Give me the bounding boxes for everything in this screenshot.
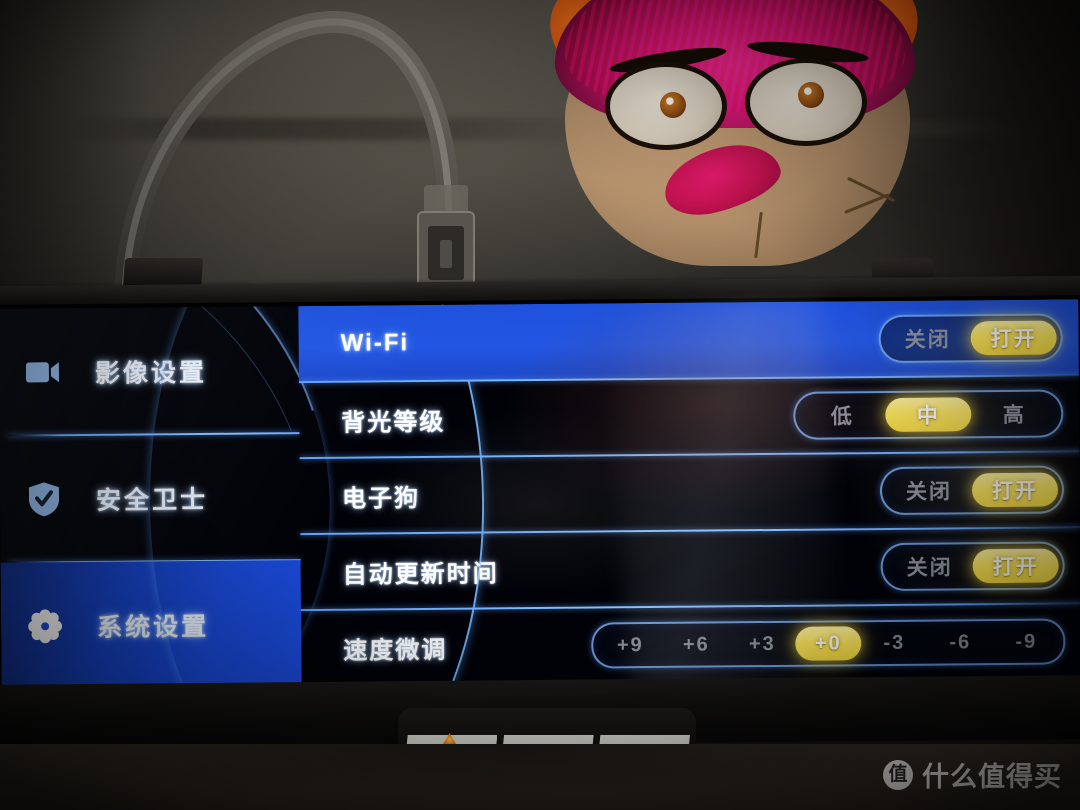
video-camera-icon <box>23 352 63 392</box>
watermark-text: 什么值得买 <box>922 762 1062 792</box>
sidebar-item-label: 影像设置 <box>94 358 208 388</box>
option-minus9[interactable]: -9 <box>993 624 1059 659</box>
plush-toy <box>539 0 945 280</box>
option-plus9[interactable]: +9 <box>597 628 663 663</box>
setting-label: 背光等级 <box>341 408 446 437</box>
option-medium[interactable]: 中 <box>885 397 972 432</box>
radar-detector-toggle[interactable]: 关闭 打开 <box>879 465 1065 516</box>
option-low[interactable]: 低 <box>799 398 885 433</box>
option-plus6[interactable]: +6 <box>663 627 729 662</box>
setting-row-wifi[interactable]: Wi-Fi 关闭 打开 <box>298 299 1079 383</box>
auto-time-update-toggle[interactable]: 关闭 打开 <box>880 541 1065 592</box>
sidebar-item-video-settings[interactable]: 影像设置 <box>0 306 299 436</box>
sidebar-item-label: 系统设置 <box>97 612 210 642</box>
option-zero[interactable]: +0 <box>795 626 862 661</box>
setting-row-radar-detector[interactable]: 电子狗 关闭 打开 <box>300 451 1080 534</box>
option-plus3[interactable]: +3 <box>729 627 795 662</box>
sidebar-item-security-guard[interactable]: 安全卫士 <box>0 433 301 563</box>
setting-row-auto-time-update[interactable]: 自动更新时间 关闭 打开 <box>300 527 1080 610</box>
device-screen: 影像设置 安全卫士 系统设置 Wi-Fi 关闭 打开 背光等级 低 中 高 电子… <box>0 299 1080 691</box>
watermark: 值 什么值得买 <box>883 755 1062 794</box>
plush-glasses <box>605 37 875 150</box>
watermark-logo-icon: 值 <box>883 759 913 790</box>
option-on[interactable]: 打开 <box>970 320 1057 356</box>
setting-row-speed-calibration[interactable]: 速度微调 +9 +6 +3 +0 -3 -6 -9 <box>301 603 1080 686</box>
gear-icon <box>25 606 65 646</box>
wifi-toggle[interactable]: 关闭 打开 <box>878 313 1063 364</box>
setting-label: 速度微调 <box>343 636 448 665</box>
option-on[interactable]: 打开 <box>972 548 1059 584</box>
device-screen-shell: 影像设置 安全卫士 系统设置 Wi-Fi 关闭 打开 背光等级 低 中 高 电子… <box>0 295 1080 695</box>
screenshot-root: 影像设置 安全卫士 系统设置 Wi-Fi 关闭 打开 背光等级 低 中 高 电子… <box>0 0 1080 810</box>
shield-check-icon <box>24 479 64 519</box>
settings-panel: Wi-Fi 关闭 打开 背光等级 低 中 高 电子狗 关闭 打开 自动更新时间 … <box>298 299 1080 688</box>
option-off[interactable]: 关闭 <box>886 549 972 584</box>
plush-pupil-left <box>660 92 686 118</box>
speed-calibration-stepper[interactable]: +9 +6 +3 +0 -3 -6 -9 <box>591 618 1066 669</box>
option-minus3[interactable]: -3 <box>861 626 927 661</box>
sidebar-item-system-settings[interactable]: 系统设置 <box>0 560 302 690</box>
option-minus6[interactable]: -6 <box>927 625 993 660</box>
setting-label: 电子狗 <box>341 484 421 513</box>
plush-pupil-right <box>798 82 824 108</box>
sidebar-item-label: 安全卫士 <box>95 485 209 515</box>
setting-label: Wi-Fi <box>340 329 410 357</box>
option-off[interactable]: 关闭 <box>885 321 971 356</box>
option-on[interactable]: 打开 <box>971 472 1059 508</box>
option-off[interactable]: 关闭 <box>886 473 972 508</box>
sidebar: 影像设置 安全卫士 系统设置 <box>0 306 302 691</box>
setting-row-backlight-level[interactable]: 背光等级 低 中 高 <box>299 375 1080 458</box>
option-high[interactable]: 高 <box>971 396 1057 431</box>
setting-label: 自动更新时间 <box>342 559 499 589</box>
backlight-level-segmented[interactable]: 低 中 高 <box>793 389 1064 440</box>
